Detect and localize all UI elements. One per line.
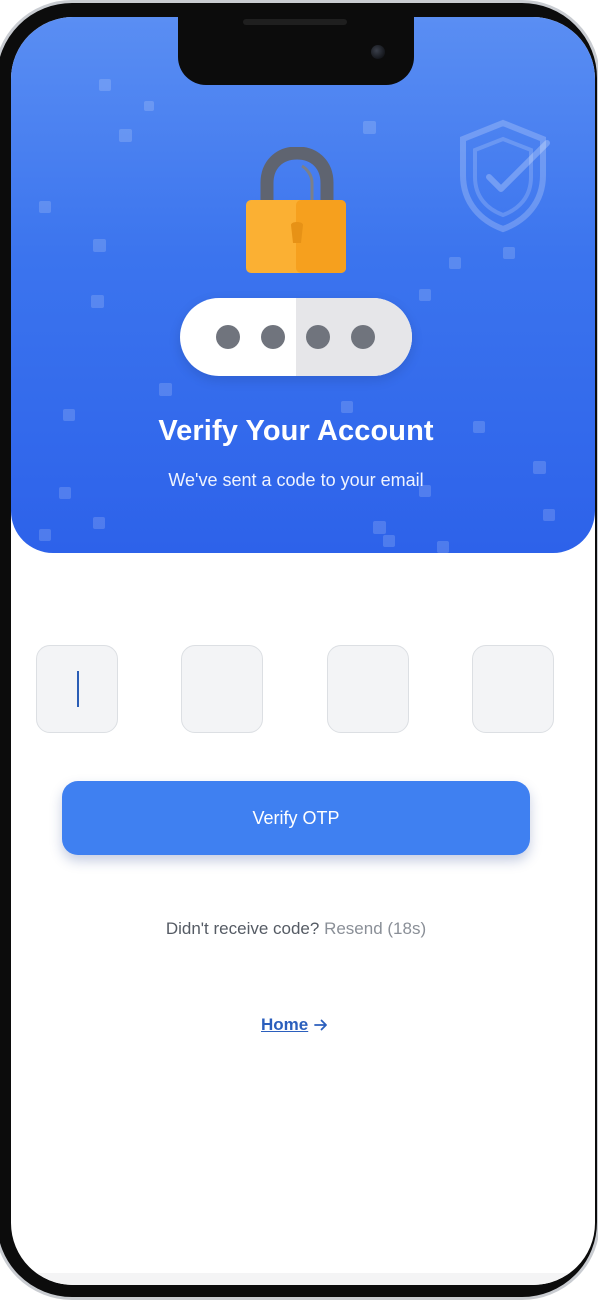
page-subtitle: We've sent a code to your email xyxy=(168,470,424,490)
bg-square xyxy=(383,535,395,547)
bg-square xyxy=(93,239,106,252)
bg-square xyxy=(341,401,353,413)
camera-notch xyxy=(178,17,414,85)
device-frame: Verify Your Account We've sent a code to… xyxy=(0,0,598,1300)
otp-digit-input-2[interactable] xyxy=(181,645,263,733)
bg-square xyxy=(363,121,376,134)
phone-screen: Verify Your Account We've sent a code to… xyxy=(11,17,595,1285)
pin-code-graphic xyxy=(180,298,412,376)
pin-dot xyxy=(351,325,375,349)
hero-banner: Verify Your Account We've sent a code to… xyxy=(11,17,595,553)
bg-square xyxy=(93,517,105,529)
pin-dot xyxy=(261,325,285,349)
bg-square xyxy=(144,101,154,111)
bg-square xyxy=(91,295,104,308)
bg-square xyxy=(373,521,386,534)
earpiece-speaker xyxy=(243,19,347,25)
bg-square xyxy=(119,129,132,142)
resend-button[interactable]: Resend (18s) xyxy=(324,919,426,938)
bg-square xyxy=(39,201,51,213)
verify-otp-button[interactable]: Verify OTP xyxy=(62,781,530,855)
bottom-bar xyxy=(11,1273,595,1285)
bg-square xyxy=(449,257,461,269)
bg-square xyxy=(39,529,51,541)
otp-digit-input-1[interactable] xyxy=(36,645,118,733)
otp-digit-input-3[interactable] xyxy=(327,645,409,733)
shield-check-icon xyxy=(460,119,550,233)
home-link[interactable]: Home xyxy=(261,1015,328,1035)
home-link-label: Home xyxy=(261,1015,309,1034)
padlock-icon xyxy=(246,147,346,273)
bg-square xyxy=(159,383,172,396)
arrow-right-icon xyxy=(314,1019,328,1031)
otp-digit-input-4[interactable] xyxy=(472,645,554,733)
pin-dot xyxy=(306,325,330,349)
bg-square xyxy=(419,289,431,301)
front-camera-icon xyxy=(371,45,385,59)
pin-dot xyxy=(216,325,240,349)
resend-prompt: Didn't receive code? xyxy=(165,919,320,938)
bg-square xyxy=(437,541,449,553)
text-cursor xyxy=(77,671,79,707)
page-title: Verify Your Account xyxy=(158,415,434,447)
bg-square xyxy=(503,247,515,259)
bg-square xyxy=(543,509,555,521)
bg-square xyxy=(99,79,111,91)
resend-row: Didn't receive code? Resend (18s) xyxy=(11,919,581,939)
